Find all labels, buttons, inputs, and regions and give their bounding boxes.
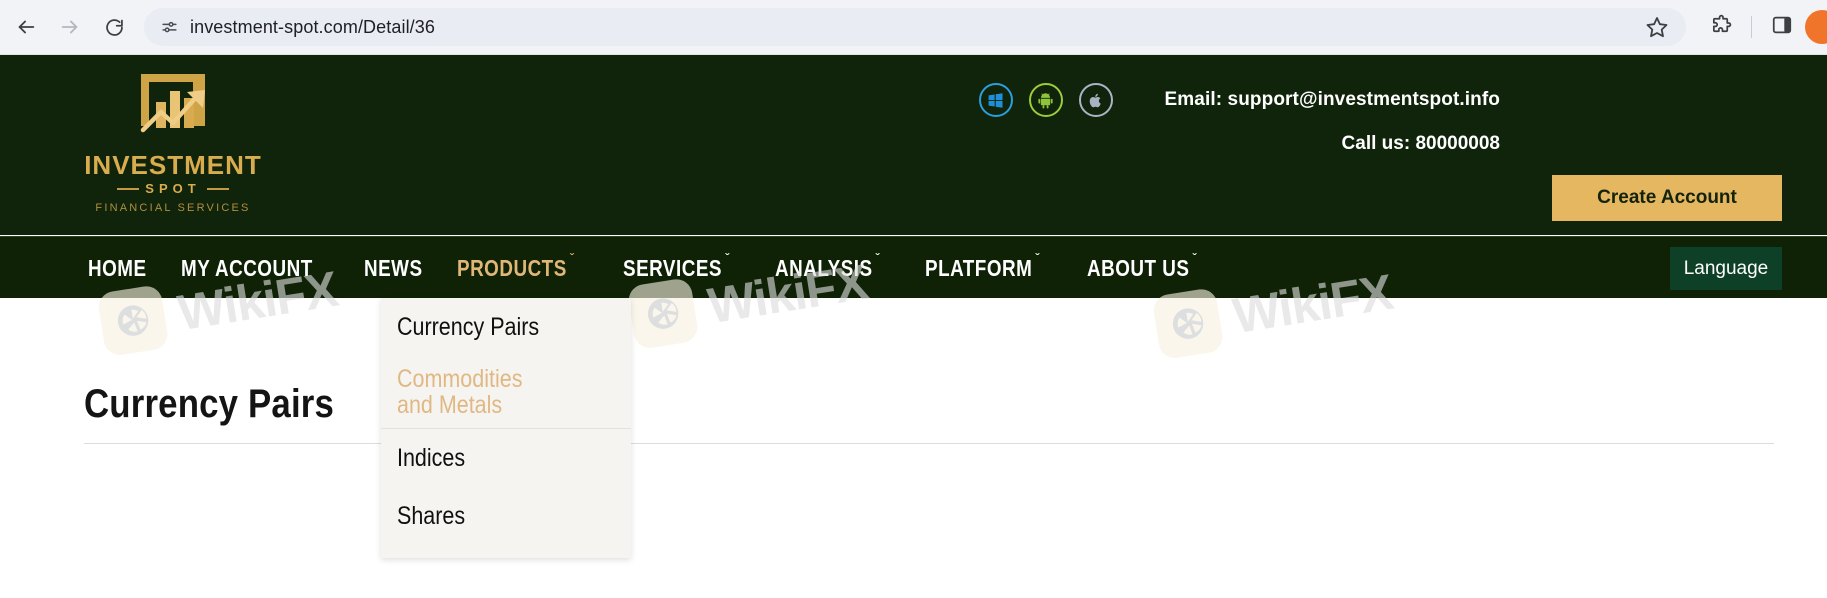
create-account-button[interactable]: Create Account — [1552, 175, 1782, 221]
extensions-button[interactable] — [1700, 6, 1742, 48]
back-button[interactable] — [4, 5, 48, 49]
nav-item-label: MY ACCOUNT — [181, 254, 314, 281]
navigation-buttons — [0, 5, 136, 49]
header-contact-block: Email: support@investmentspot.info Call … — [940, 83, 1500, 155]
logo-subword-row: SPOT — [117, 181, 229, 196]
nav-item-label: HOME — [88, 254, 147, 281]
url-text: investment-spot.com/Detail/36 — [190, 16, 436, 37]
nav-item-home[interactable]: HOME — [88, 255, 158, 282]
logo-tagline: FINANCIAL SERVICES — [95, 202, 251, 214]
nav-item-label: NEWS — [364, 254, 423, 281]
toolbar-divider — [1751, 16, 1752, 38]
email-text: Email: support@investmentspot.info — [1165, 89, 1500, 111]
nav-item-label: ABOUT US — [1086, 254, 1190, 281]
platform-icon-group — [978, 83, 1113, 117]
side-panel-icon — [1771, 14, 1793, 41]
dropdown-item-label: Indices — [397, 443, 466, 472]
nav-item-label: ANALYSIS — [774, 254, 873, 281]
nav-item-platform[interactable]: PLATFORM ˇ — [924, 251, 1051, 282]
email-value[interactable]: support@investmentspot.info — [1228, 89, 1500, 110]
nav-item-products[interactable]: PRODUCTS ˇ — [457, 251, 586, 282]
nav-item-analysis[interactable]: ANALYSIS ˇ — [774, 251, 892, 282]
android-icon[interactable] — [1028, 83, 1063, 117]
apple-icon[interactable] — [1078, 83, 1113, 117]
page-content: Currency Pairs — [0, 298, 1827, 598]
puzzle-piece-icon — [1710, 13, 1733, 41]
nav-item-label: SERVICES — [622, 254, 722, 281]
page-title: Currency Pairs — [84, 382, 335, 426]
dropdown-item-commodities-and-metals[interactable]: Commodities and Metals — [381, 356, 631, 428]
dropdown-item-shares[interactable]: Shares — [381, 487, 631, 545]
bookmark-star-icon[interactable] — [1642, 12, 1672, 42]
language-button[interactable]: Language — [1670, 247, 1782, 290]
browser-action-buttons — [1700, 6, 1827, 48]
forward-arrow-icon — [59, 16, 81, 38]
dropdown-item-label: Commodities and Metals — [397, 364, 523, 419]
logo-rule-right — [206, 187, 229, 190]
side-panel-button[interactable] — [1761, 6, 1803, 48]
nav-item-services[interactable]: SERVICES ˇ — [622, 251, 741, 282]
nav-item-label: PRODUCTS — [457, 254, 568, 281]
logo-wordmark: INVESTMENT — [84, 150, 262, 180]
email-row: Email: support@investmentspot.info — [940, 83, 1500, 117]
chevron-down-icon: ˇ — [1034, 249, 1041, 266]
reload-button[interactable] — [92, 5, 136, 49]
site-settings-icon[interactable] — [158, 16, 180, 38]
dropdown-item-label: Shares — [397, 501, 466, 530]
address-bar[interactable]: investment-spot.com/Detail/36 — [144, 8, 1686, 46]
chevron-down-icon: ˇ — [874, 249, 881, 266]
forward-button[interactable] — [48, 5, 92, 49]
logo-rule-left — [117, 187, 140, 190]
title-divider — [84, 443, 1774, 444]
reload-icon — [104, 17, 125, 38]
products-dropdown-menu: Currency Pairs Commodities and Metals Indi… — [381, 298, 631, 558]
browser-toolbar: investment-spot.com/Detail/36 — [0, 0, 1827, 55]
main-navbar: HOME MY ACCOUNT NEWS PRODUCTS ˇ SERVICES ˇ ANAL… — [0, 236, 1827, 298]
site-logo[interactable]: INVESTMENT SPOT FINANCIAL SERVICES — [78, 68, 268, 223]
phone-value[interactable]: 80000008 — [1415, 133, 1500, 154]
nav-items-list: HOME MY ACCOUNT NEWS PRODUCTS ˇ SERVICES ˇ ANAL… — [88, 237, 1243, 299]
dropdown-item-indices[interactable]: Indices — [381, 429, 631, 487]
nav-item-news[interactable]: NEWS — [364, 255, 434, 282]
profile-avatar-icon[interactable] — [1805, 10, 1827, 44]
page-root: investment-spot.com/Detail/36 INVESTMENT… — [0, 0, 1827, 598]
back-arrow-icon — [15, 16, 37, 38]
phone-label: Call us: — [1341, 133, 1411, 154]
dropdown-item-currency-pairs[interactable]: Currency Pairs — [381, 298, 631, 356]
chevron-down-icon: ˇ — [1192, 249, 1198, 266]
logo-subword: SPOT — [145, 181, 201, 196]
phone-row: Call us: 80000008 — [940, 133, 1500, 155]
dropdown-item-label: Currency Pairs — [397, 312, 540, 341]
chevron-down-icon: ˇ — [724, 249, 730, 266]
site-header: INVESTMENT SPOT FINANCIAL SERVICES Email… — [0, 55, 1827, 235]
windows-icon[interactable] — [978, 83, 1013, 117]
nav-item-my-account[interactable]: MY ACCOUNT — [181, 255, 324, 282]
email-label: Email: — [1164, 89, 1223, 110]
chevron-down-icon: ˇ — [570, 249, 576, 266]
nav-item-about-us[interactable]: ABOUT US ˇ — [1086, 251, 1209, 282]
nav-item-label: PLATFORM — [924, 254, 1033, 281]
bar-chart-arrow-icon — [125, 68, 221, 150]
